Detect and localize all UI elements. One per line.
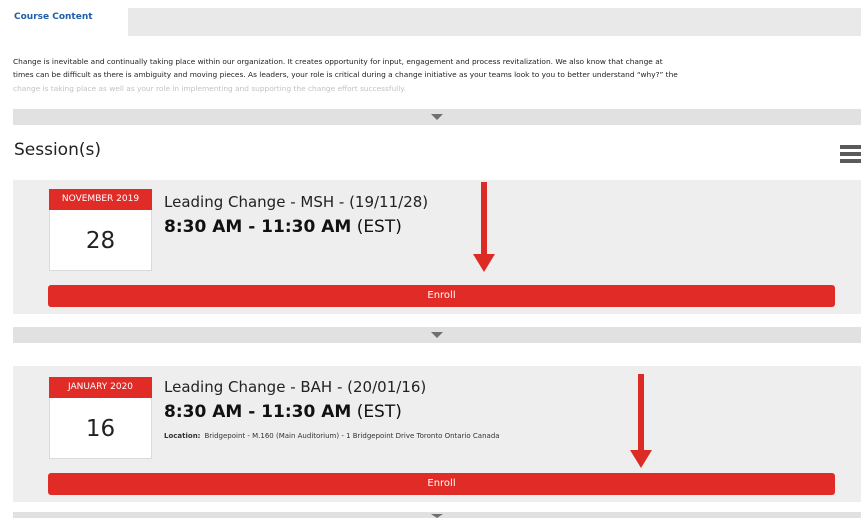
enroll-button[interactable]: Enroll: [48, 285, 835, 307]
session-location-value: Bridgepoint - M.160 (Main Auditorium) - …: [204, 432, 500, 440]
list-view-icon[interactable]: [840, 145, 861, 164]
session-day: 28: [85, 228, 116, 254]
session-location-label: Location:: [164, 432, 201, 440]
session-date: JANUARY 2020 16: [49, 377, 152, 459]
tab-course-content[interactable]: Course Content: [6, 6, 128, 36]
arrow-down-annotation-icon: [473, 182, 495, 274]
session-title: Leading Change - BAH - (20/01/16): [164, 378, 427, 396]
session-day: 16: [85, 416, 116, 442]
session-time: 8:30 AM - 11:30 AM (EST): [164, 217, 402, 237]
session-month: JANUARY 2020: [49, 377, 152, 398]
session-month: NOVEMBER 2019: [49, 189, 152, 210]
course-description: Change is inevitable and continually tak…: [13, 55, 859, 95]
session-timezone: (EST): [356, 402, 402, 422]
session-location: Location: Bridgepoint - M.160 (Main Audit…: [164, 432, 500, 440]
session-expand-toggle[interactable]: [13, 512, 861, 518]
session-title: Leading Change - MSH - (19/11/28): [164, 193, 429, 211]
description-line: Change is inevitable and continually tak…: [13, 57, 663, 66]
session-expand-toggle[interactable]: [13, 327, 861, 343]
session-date: NOVEMBER 2019 28: [49, 189, 152, 271]
expand-triangle-icon: [431, 514, 443, 518]
session-time: 8:30 AM - 11:30 AM (EST): [164, 402, 402, 422]
enroll-button[interactable]: Enroll: [48, 473, 835, 495]
description-expand-toggle[interactable]: [13, 109, 861, 125]
session-card: JANUARY 2020 16 Leading Change - BAH - (…: [13, 366, 861, 502]
arrow-down-annotation-icon: [630, 374, 652, 470]
sessions-heading: Session(s): [14, 140, 101, 160]
session-card: NOVEMBER 2019 28 Leading Change - MSH - …: [13, 180, 861, 314]
tab-bar-background: [128, 8, 861, 36]
description-line: times can be difficult as there is ambig…: [13, 70, 678, 80]
tab-bar: Course Content: [0, 0, 861, 36]
expand-triangle-icon: [431, 114, 443, 120]
expand-triangle-icon: [431, 332, 443, 338]
session-time-range: 8:30 AM - 11:30 AM: [164, 217, 352, 237]
session-timezone: (EST): [356, 217, 402, 237]
description-line-faded: change is taking place as well as your r…: [13, 83, 406, 93]
session-time-range: 8:30 AM - 11:30 AM: [164, 402, 352, 422]
